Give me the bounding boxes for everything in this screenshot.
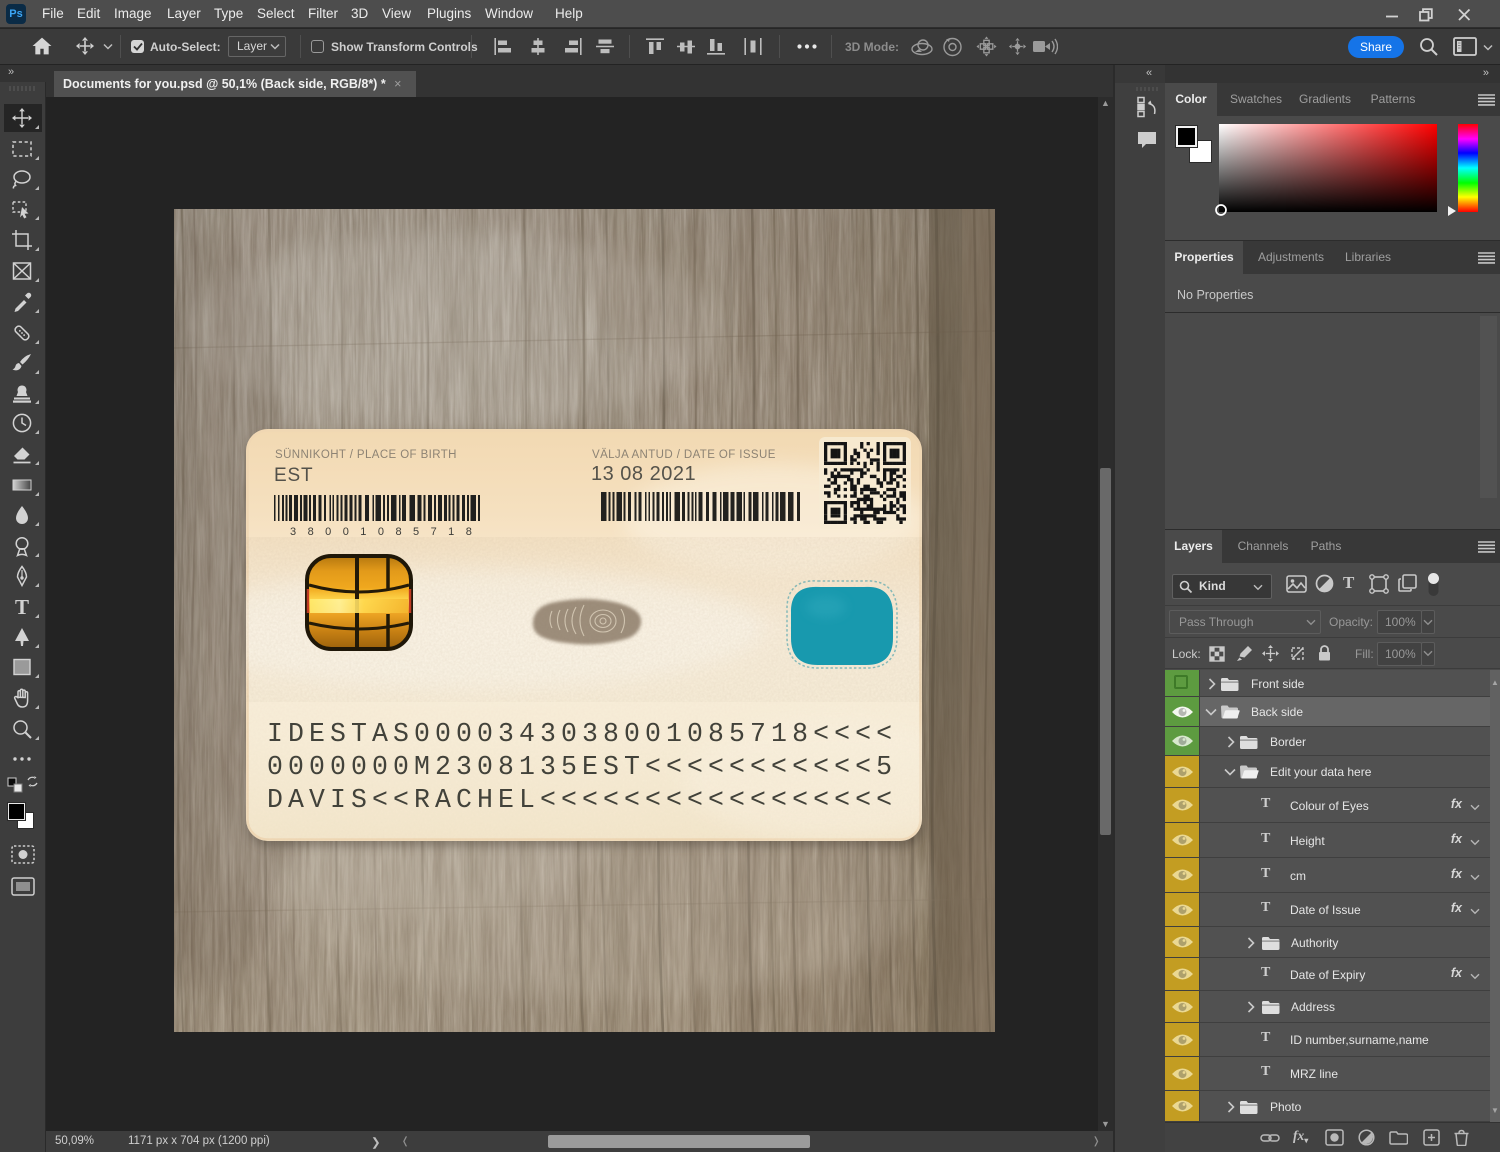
svg-text:13 08 2021: 13 08 2021: [591, 463, 696, 485]
svg-text:EST: EST: [274, 465, 313, 486]
svg-text:T: T: [15, 596, 29, 618]
svg-text:DAVIS<<RACHEL<<<<<<<<<<<<<<<<<: DAVIS<<RACHEL<<<<<<<<<<<<<<<<<: [267, 785, 897, 815]
svg-text:SÜNNIKOHT / PLACE OF BIRTH: SÜNNIKOHT / PLACE OF BIRTH: [275, 449, 457, 461]
svg-text:0000000M2308135EST<<<<<<<<<<<5: 0000000M2308135EST<<<<<<<<<<<5: [267, 752, 897, 782]
svg-text:VÄLJA ANTUD / DATE OF ISSUE: VÄLJA ANTUD / DATE OF ISSUE: [592, 449, 776, 461]
svg-text:3 8 0 0 1 0 8 5 7 1 8: 3 8 0 0 1 0 8 5 7 1 8: [290, 526, 476, 538]
svg-text:IDESTAS0000343038001085718<<<<: IDESTAS0000343038001085718<<<<: [267, 719, 897, 749]
